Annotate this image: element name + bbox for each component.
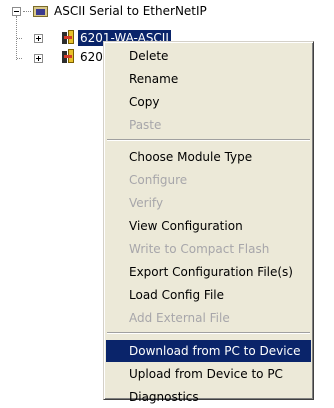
menu-item-choose-module-type[interactable]: Choose Module Type bbox=[106, 146, 311, 168]
expand-icon[interactable] bbox=[34, 54, 43, 63]
menu-item-write-to-compact-flash: Write to Compact Flash bbox=[129, 242, 270, 256]
menu-separator bbox=[107, 332, 310, 334]
menu-item-copy[interactable]: Copy bbox=[106, 91, 311, 113]
menu-item-verify: Verify bbox=[129, 196, 164, 210]
collapse-icon[interactable] bbox=[12, 7, 21, 16]
context-menu: Delete Rename Copy Paste Choose Module T… bbox=[103, 41, 314, 404]
menu-separator bbox=[107, 139, 310, 141]
menu-item-view-configuration[interactable]: View Configuration bbox=[106, 215, 311, 237]
menu-item-configure: Configure bbox=[129, 173, 188, 187]
device-icon bbox=[62, 49, 76, 64]
menu-item-load-config-file[interactable]: Load Config File bbox=[106, 284, 311, 306]
menu-item-download-to-device[interactable]: Download from PC to Device bbox=[106, 340, 311, 362]
menu-item-rename[interactable]: Rename bbox=[106, 68, 311, 90]
folder-icon bbox=[33, 4, 49, 18]
menu-item-add-external-file: Add External File bbox=[129, 311, 230, 325]
menu-item-delete[interactable]: Delete bbox=[106, 45, 311, 67]
tree-root-label[interactable]: ASCII Serial to EtherNetIP bbox=[54, 3, 207, 19]
tree-guide-line bbox=[17, 58, 22, 59]
tree-guide-line bbox=[17, 38, 22, 39]
tree-device-label[interactable]: 620 bbox=[80, 49, 103, 65]
device-icon bbox=[62, 30, 76, 45]
menu-item-upload-from-device[interactable]: Upload from Device to PC bbox=[106, 363, 311, 385]
menu-item-diagnostics[interactable]: Diagnostics bbox=[106, 386, 311, 408]
menu-item-paste: Paste bbox=[129, 118, 162, 132]
expand-icon[interactable] bbox=[34, 34, 43, 43]
menu-item-export-configuration[interactable]: Export Configuration File(s) bbox=[106, 261, 311, 283]
tree-guide-line bbox=[23, 11, 31, 12]
